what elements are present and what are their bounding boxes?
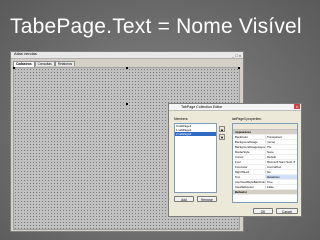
property-name: Cursor — [235, 155, 244, 159]
property-value[interactable]: Transparent — [265, 135, 297, 139]
tab-consultas[interactable]: Consultas — [34, 61, 55, 66]
property-name: Text — [235, 175, 241, 179]
property-name: BackgroundImage — [235, 140, 258, 144]
property-name: BorderStyle — [235, 150, 250, 154]
resize-handle[interactable] — [126, 67, 128, 69]
list-item[interactable]: 2 tabPage3 — [175, 132, 216, 136]
move-down-icon[interactable]: ▼ — [219, 134, 225, 140]
form-titlebar[interactable]: Atlas vendas _ □ x — [11, 51, 243, 59]
property-value[interactable]: False — [265, 185, 297, 189]
property-name: Appearance — [235, 130, 252, 134]
property-value[interactable]: No — [265, 170, 297, 174]
property-value[interactable]: Microsoft Sans Serif, 8 — [265, 160, 297, 164]
members-list[interactable]: 0 tabPage1 1 tabPage2 2 tabPage3 — [174, 123, 217, 193]
property-value[interactable]: Tile — [265, 145, 297, 149]
properties-label: tabPage3 properties: — [232, 117, 262, 121]
property-value[interactable]: True — [265, 180, 297, 184]
close-icon[interactable]: x — [294, 104, 300, 109]
property-grid[interactable]: Appearance BackColor Transparent Background… — [232, 123, 298, 203]
dialog-titlebar[interactable]: TabPage Collection Editor x — [169, 104, 301, 111]
property-name: Font — [235, 160, 241, 164]
slide-title: TabePage.Text = Nome Visível — [10, 15, 302, 38]
resize-handle[interactable] — [238, 67, 240, 69]
property-name: UseVisualStyleBackColor — [235, 180, 265, 184]
tabpage-collection-editor: TabPage Collection Editor x Members: tab… — [168, 103, 302, 217]
property-value[interactable]: Relatórios — [265, 175, 297, 179]
members-label: Members: — [174, 117, 189, 121]
add-button[interactable]: Add — [174, 196, 194, 202]
property-name: RightToLeft — [235, 170, 250, 174]
tab-relatorios[interactable]: Relatórios — [54, 61, 76, 66]
dialog-title: TabPage Collection Editor — [181, 105, 223, 109]
remove-button[interactable]: Remove — [197, 196, 217, 202]
property-name: UseWaitCursor — [235, 185, 254, 189]
move-up-icon[interactable]: ▲ — [219, 126, 225, 132]
resize-handle[interactable] — [126, 103, 128, 105]
ok-button[interactable]: OK — [253, 208, 273, 214]
property-name: BackColor — [235, 135, 248, 139]
window-controls[interactable]: _ □ x — [232, 53, 241, 58]
property-value[interactable]: ControlText — [265, 165, 297, 169]
property-value[interactable]: None — [265, 150, 297, 154]
reorder-buttons: ▲ ▼ — [219, 126, 225, 142]
property-value[interactable]: (none) — [265, 140, 297, 144]
property-value[interactable]: Default — [265, 155, 297, 159]
property-name: ForeColor — [235, 165, 248, 169]
cancel-button[interactable]: Cancel — [276, 208, 298, 214]
resize-handle[interactable] — [13, 67, 15, 69]
property-name: BackgroundImageLayout — [235, 145, 265, 149]
property-category[interactable]: Behavior — [233, 190, 297, 195]
property-name: Behavior — [235, 190, 247, 194]
form-title: Atlas vendas — [14, 51, 37, 56]
